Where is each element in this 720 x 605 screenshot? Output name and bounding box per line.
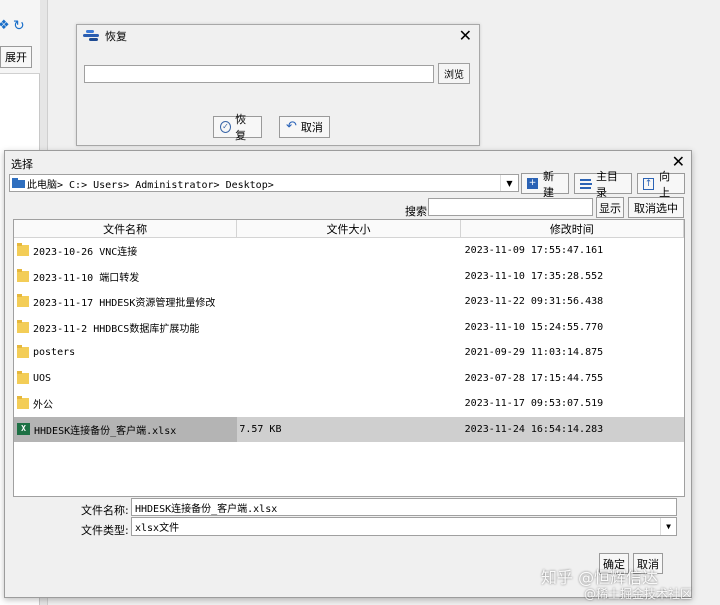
table-row[interactable]: 2023-10-26 VNC连接 2023-11-09 17:55:47.161 [14,238,684,264]
cancel-button-label: 取消 [300,121,323,134]
file-size-cell [237,289,460,315]
modified-time-cell: 2023-11-24 16:54:14.283 [464,423,604,435]
table-header: 文件名称 文件大小 修改时间 [14,220,684,238]
file-name-cell: 2023-11-17 HHDESK资源管理批量修改 [14,289,237,315]
folder-icon [17,345,29,359]
check-circle-icon: ✓ [220,121,232,133]
home-directory-label: 主目录 [595,169,618,199]
select-file-dialog: 选择 ✕ 此电脑> C:> Users> Administrator> Desk… [4,150,692,598]
background-toolbar: ❖ ↻ 展开 [0,0,40,74]
search-input[interactable] [428,198,593,216]
file-name: UOS [33,372,52,384]
new-folder-label: 新建 [542,169,554,199]
restore-button[interactable]: ✓ 恢复 [213,113,262,142]
close-icon[interactable]: ✕ [459,28,472,44]
folder-icon [17,319,29,333]
folder-icon [17,243,29,257]
modified-time-cell: 2023-11-10 15:24:55.770 [464,321,604,333]
column-header-size[interactable]: 文件大小 [237,220,461,238]
file-name-cell: 2023-10-26 VNC连接 [14,238,237,264]
table-row[interactable]: X HHDESK连接备份_客户端.xlsx 7.57 KB 2023-11-24 16… [14,416,684,442]
browse-button[interactable]: 浏览 [438,63,470,84]
file-name-cell: UOS [14,366,237,392]
path-text: 此电脑> C:> Users> Administrator> Desktop> [27,179,274,191]
file-size-cell: 7.57 KB [239,423,282,435]
file-size-cell [237,340,460,366]
table-row[interactable]: 外公 2023-11-17 09:53:07.519 [14,391,684,417]
app-logo-icon [83,29,99,43]
deselect-button[interactable]: 取消选中 [628,197,684,218]
file-name: HHDESK连接备份_客户端.xlsx [34,425,177,437]
file-name: 外公 [33,400,53,412]
watermark-secondary: @稀土掘金技术社区 [584,587,693,601]
file-name: 2023-11-2 HHDBCS数据库扩展功能 [33,323,200,335]
file-size-cell [237,264,460,290]
file-name-cell: 外公 [14,391,237,417]
search-label: 搜索 [405,205,427,218]
file-name-cell: 2023-11-2 HHDBCS数据库扩展功能 [14,315,237,341]
select-dialog-title: 选择 [11,158,33,171]
modified-time-cell: 2023-07-28 17:15:44.755 [464,372,604,384]
home-directory-button[interactable]: 主目录 [574,170,632,199]
file-name: 2023-11-10 端口转发 [33,272,140,284]
table-row[interactable]: posters 2021-09-29 11:03:14.875 [14,340,684,366]
restore-title-bar: 恢复 [77,25,479,47]
new-folder-icon: + [527,178,538,189]
cancel-button[interactable]: ↶ 取消 [279,116,330,138]
file-name-cell: 2023-11-10 端口转发 [14,264,237,290]
file-size-cell [237,391,460,417]
file-name: 2023-10-26 VNC连接 [33,247,138,259]
up-label: 向上 [659,169,671,199]
chevron-down-icon[interactable]: ▼ [660,518,676,535]
filetype-label: 文件类型: [81,524,129,537]
folder-icon [17,294,29,308]
modified-time-cell: 2023-11-10 17:35:28.552 [464,270,604,282]
up-button[interactable]: ↑ 向上 [637,170,685,199]
table-row[interactable]: 2023-11-2 HHDBCS数据库扩展功能 2023-11-10 15:24:… [14,315,684,341]
list-icon [580,178,592,189]
folder-icon [17,396,29,410]
undo-icon: ↶ [286,119,297,134]
folder-icon [17,268,29,282]
modified-time-cell: 2021-09-29 11:03:14.875 [464,347,604,359]
column-header-modified[interactable]: 修改时间 [461,220,684,238]
filename-input[interactable]: HHDESK连接备份_客户端.xlsx [131,498,677,516]
file-name: posters [33,347,76,359]
restore-dialog: 恢复 ✕ 浏览 ✓ 恢复 ↶ 取消 [76,24,480,146]
restore-path-input[interactable] [84,65,434,83]
modified-time-cell: 2023-11-22 09:31:56.438 [464,296,604,308]
new-folder-button[interactable]: + 新建 [521,170,569,199]
file-name-cell: X HHDESK连接备份_客户端.xlsx [14,416,238,442]
file-size-cell [237,315,460,341]
table-row[interactable]: 2023-11-10 端口转发 2023-11-10 17:35:28.552 [14,264,684,290]
path-breadcrumb[interactable]: 此电脑> C:> Users> Administrator> Desktop> … [9,174,519,192]
restore-dialog-title: 恢复 [105,30,127,43]
arrow-up-icon: ↑ [643,177,655,190]
folder-icon [17,370,29,384]
modified-time-cell: 2023-11-17 09:53:07.519 [464,398,604,410]
table-row[interactable]: 2023-11-17 HHDESK资源管理批量修改 2023-11-22 09:3… [14,289,684,315]
table-body: 2023-10-26 VNC连接 2023-11-09 17:55:47.161 2… [14,238,684,442]
filetype-value: xlsx文件 [135,523,180,534]
column-header-name[interactable]: 文件名称 [14,220,238,238]
file-name-cell: posters [14,340,237,366]
refresh-icon[interactable]: ↻ [13,18,25,34]
filename-label: 文件名称: [81,504,129,517]
file-table: 文件名称 文件大小 修改时间 2023-10-26 VNC连接 2023-11-0… [13,219,685,497]
filetype-select[interactable]: xlsx文件 ▼ [131,517,677,536]
chevron-down-icon[interactable]: ▼ [500,175,518,191]
table-row[interactable]: UOS 2023-07-28 17:15:44.755 [14,366,684,392]
show-button[interactable]: 显示 [596,197,624,218]
file-size-cell [237,366,460,392]
toggle-icon[interactable]: ❖ [0,18,10,33]
file-name: 2023-11-17 HHDESK资源管理批量修改 [33,298,216,310]
restore-button-label: 恢复 [235,113,247,142]
excel-file-icon: X [17,423,30,436]
file-size-cell [237,238,460,264]
expand-button[interactable]: 展开 [0,46,32,68]
folder-icon [12,178,25,188]
modified-time-cell: 2023-11-09 17:55:47.161 [464,245,604,257]
